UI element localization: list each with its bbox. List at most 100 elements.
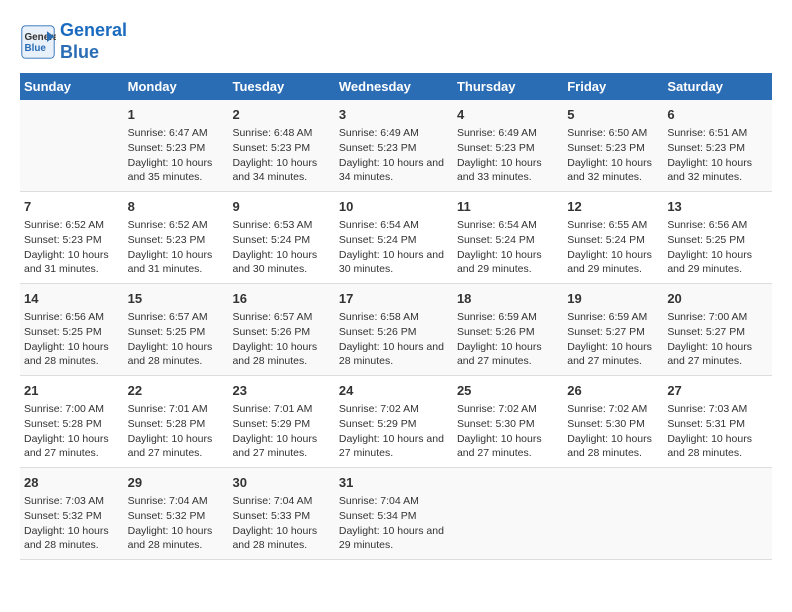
day-info: Sunrise: 7:02 AMSunset: 5:30 PMDaylight:…: [567, 402, 659, 461]
day-number: 31: [339, 474, 449, 492]
day-number: 2: [232, 106, 330, 124]
day-number: 12: [567, 198, 659, 216]
calendar-cell: 26Sunrise: 7:02 AMSunset: 5:30 PMDayligh…: [563, 376, 663, 468]
day-info: Sunrise: 6:49 AMSunset: 5:23 PMDaylight:…: [457, 126, 559, 185]
day-info: Sunrise: 7:00 AMSunset: 5:28 PMDaylight:…: [24, 402, 120, 461]
calendar-cell: [453, 467, 563, 559]
calendar-cell: 25 Sunrise: 7:02 AMSunset: 5:30 PMDayligh…: [453, 376, 563, 468]
day-info: Sunrise: 6:56 AMSunset: 5:25 PMDaylight:…: [24, 310, 120, 369]
day-info: Sunrise: 7:01 AMSunset: 5:29 PMDaylight:…: [232, 402, 330, 461]
day-number: 4: [457, 106, 559, 124]
day-info: Sunrise: 6:51 AMSunset: 5:23 PMDaylight:…: [667, 126, 768, 185]
day-number: 27: [667, 382, 768, 400]
day-number: 16: [232, 290, 330, 308]
week-row-3: 14 Sunrise: 6:56 AMSunset: 5:25 PMDayligh…: [20, 284, 772, 376]
calendar-cell: 14 Sunrise: 6:56 AMSunset: 5:25 PMDayligh…: [20, 284, 124, 376]
day-number: 13: [667, 198, 768, 216]
calendar-cell: 4 Sunrise: 6:49 AMSunset: 5:23 PMDaylight…: [453, 100, 563, 191]
day-number: 9: [232, 198, 330, 216]
calendar-cell: 23 Sunrise: 7:01 AMSunset: 5:29 PMDayligh…: [228, 376, 334, 468]
calendar-cell: 5Sunrise: 6:50 AMSunset: 5:23 PMDaylight…: [563, 100, 663, 191]
calendar-cell: [663, 467, 772, 559]
day-info: Sunrise: 7:02 AMSunset: 5:30 PMDaylight:…: [457, 402, 559, 461]
logo-text-line2: Blue: [60, 42, 127, 64]
calendar-cell: 21 Sunrise: 7:00 AMSunset: 5:28 PMDayligh…: [20, 376, 124, 468]
calendar-cell: 22Sunrise: 7:01 AMSunset: 5:28 PMDayligh…: [124, 376, 229, 468]
day-number: 19: [567, 290, 659, 308]
week-row-1: 1 Sunrise: 6:47 AMSunset: 5:23 PMDaylight…: [20, 100, 772, 191]
day-info: Sunrise: 6:59 AMSunset: 5:26 PMDaylight:…: [457, 310, 559, 369]
day-number: 10: [339, 198, 449, 216]
day-number: 20: [667, 290, 768, 308]
day-number: 6: [667, 106, 768, 124]
calendar-cell: 31Sunrise: 7:04 AMSunset: 5:34 PMDayligh…: [335, 467, 453, 559]
header-cell-tuesday: Tuesday: [228, 73, 334, 100]
calendar-cell: 20 Sunrise: 7:00 AMSunset: 5:27 PMDayligh…: [663, 284, 772, 376]
logo-text-line1: General: [60, 20, 127, 42]
week-row-4: 21 Sunrise: 7:00 AMSunset: 5:28 PMDayligh…: [20, 376, 772, 468]
calendar-cell: 10Sunrise: 6:54 AMSunset: 5:24 PMDayligh…: [335, 192, 453, 284]
day-info: Sunrise: 7:03 AMSunset: 5:32 PMDaylight:…: [24, 494, 120, 553]
header-cell-sunday: Sunday: [20, 73, 124, 100]
calendar-cell: 16 Sunrise: 6:57 AMSunset: 5:26 PMDayligh…: [228, 284, 334, 376]
calendar-cell: 8 Sunrise: 6:52 AMSunset: 5:23 PMDaylight…: [124, 192, 229, 284]
day-number: 24: [339, 382, 449, 400]
header-row: SundayMondayTuesdayWednesdayThursdayFrid…: [20, 73, 772, 100]
calendar-cell: 11 Sunrise: 6:54 AMSunset: 5:24 PMDayligh…: [453, 192, 563, 284]
header-cell-saturday: Saturday: [663, 73, 772, 100]
calendar-cell: 17 Sunrise: 6:58 AMSunset: 5:26 PMDayligh…: [335, 284, 453, 376]
day-info: Sunrise: 7:01 AMSunset: 5:28 PMDaylight:…: [128, 402, 225, 461]
day-info: Sunrise: 6:47 AMSunset: 5:23 PMDaylight:…: [128, 126, 225, 185]
day-info: Sunrise: 6:53 AMSunset: 5:24 PMDaylight:…: [232, 218, 330, 277]
day-number: 1: [128, 106, 225, 124]
calendar-cell: [563, 467, 663, 559]
calendar-cell: 12Sunrise: 6:55 AMSunset: 5:24 PMDayligh…: [563, 192, 663, 284]
day-number: 21: [24, 382, 120, 400]
calendar-cell: 24 Sunrise: 7:02 AMSunset: 5:29 PMDayligh…: [335, 376, 453, 468]
calendar-cell: 19 Sunrise: 6:59 AMSunset: 5:27 PMDayligh…: [563, 284, 663, 376]
calendar-cell: 3Sunrise: 6:49 AMSunset: 5:23 PMDaylight…: [335, 100, 453, 191]
day-number: 23: [232, 382, 330, 400]
day-number: 18: [457, 290, 559, 308]
day-info: Sunrise: 7:04 AMSunset: 5:32 PMDaylight:…: [128, 494, 225, 553]
calendar-cell: 30Sunrise: 7:04 AMSunset: 5:33 PMDayligh…: [228, 467, 334, 559]
calendar-cell: 6 Sunrise: 6:51 AMSunset: 5:23 PMDaylight…: [663, 100, 772, 191]
day-info: Sunrise: 6:52 AMSunset: 5:23 PMDaylight:…: [24, 218, 120, 277]
logo: General Blue General Blue: [20, 20, 127, 63]
calendar-table: SundayMondayTuesdayWednesdayThursdayFrid…: [20, 73, 772, 560]
day-info: Sunrise: 7:00 AMSunset: 5:27 PMDaylight:…: [667, 310, 768, 369]
day-info: Sunrise: 6:58 AMSunset: 5:26 PMDaylight:…: [339, 310, 449, 369]
calendar-cell: 9 Sunrise: 6:53 AMSunset: 5:24 PMDaylight…: [228, 192, 334, 284]
day-number: 17: [339, 290, 449, 308]
header-cell-friday: Friday: [563, 73, 663, 100]
day-number: 14: [24, 290, 120, 308]
calendar-cell: 1 Sunrise: 6:47 AMSunset: 5:23 PMDaylight…: [124, 100, 229, 191]
week-row-2: 7Sunrise: 6:52 AMSunset: 5:23 PMDaylight…: [20, 192, 772, 284]
day-info: Sunrise: 6:52 AMSunset: 5:23 PMDaylight:…: [128, 218, 225, 277]
calendar-cell: 13 Sunrise: 6:56 AMSunset: 5:25 PMDayligh…: [663, 192, 772, 284]
day-info: Sunrise: 6:59 AMSunset: 5:27 PMDaylight:…: [567, 310, 659, 369]
day-info: Sunrise: 6:49 AMSunset: 5:23 PMDaylight:…: [339, 126, 449, 185]
day-number: 8: [128, 198, 225, 216]
day-info: Sunrise: 6:57 AMSunset: 5:26 PMDaylight:…: [232, 310, 330, 369]
day-info: Sunrise: 6:54 AMSunset: 5:24 PMDaylight:…: [457, 218, 559, 277]
day-number: 11: [457, 198, 559, 216]
header: General Blue General Blue: [20, 20, 772, 63]
day-info: Sunrise: 7:03 AMSunset: 5:31 PMDaylight:…: [667, 402, 768, 461]
calendar-cell: 2 Sunrise: 6:48 AMSunset: 5:23 PMDaylight…: [228, 100, 334, 191]
calendar-cell: 18 Sunrise: 6:59 AMSunset: 5:26 PMDayligh…: [453, 284, 563, 376]
day-info: Sunrise: 7:02 AMSunset: 5:29 PMDaylight:…: [339, 402, 449, 461]
day-info: Sunrise: 6:48 AMSunset: 5:23 PMDaylight:…: [232, 126, 330, 185]
day-number: 5: [567, 106, 659, 124]
day-info: Sunrise: 7:04 AMSunset: 5:33 PMDaylight:…: [232, 494, 330, 553]
week-row-5: 28 Sunrise: 7:03 AMSunset: 5:32 PMDayligh…: [20, 467, 772, 559]
day-info: Sunrise: 6:56 AMSunset: 5:25 PMDaylight:…: [667, 218, 768, 277]
calendar-cell: 7Sunrise: 6:52 AMSunset: 5:23 PMDaylight…: [20, 192, 124, 284]
calendar-cell: 27 Sunrise: 7:03 AMSunset: 5:31 PMDayligh…: [663, 376, 772, 468]
calendar-cell: 15Sunrise: 6:57 AMSunset: 5:25 PMDayligh…: [124, 284, 229, 376]
svg-text:Blue: Blue: [25, 43, 47, 54]
calendar-cell: [20, 100, 124, 191]
day-number: 25: [457, 382, 559, 400]
header-cell-monday: Monday: [124, 73, 229, 100]
day-number: 28: [24, 474, 120, 492]
